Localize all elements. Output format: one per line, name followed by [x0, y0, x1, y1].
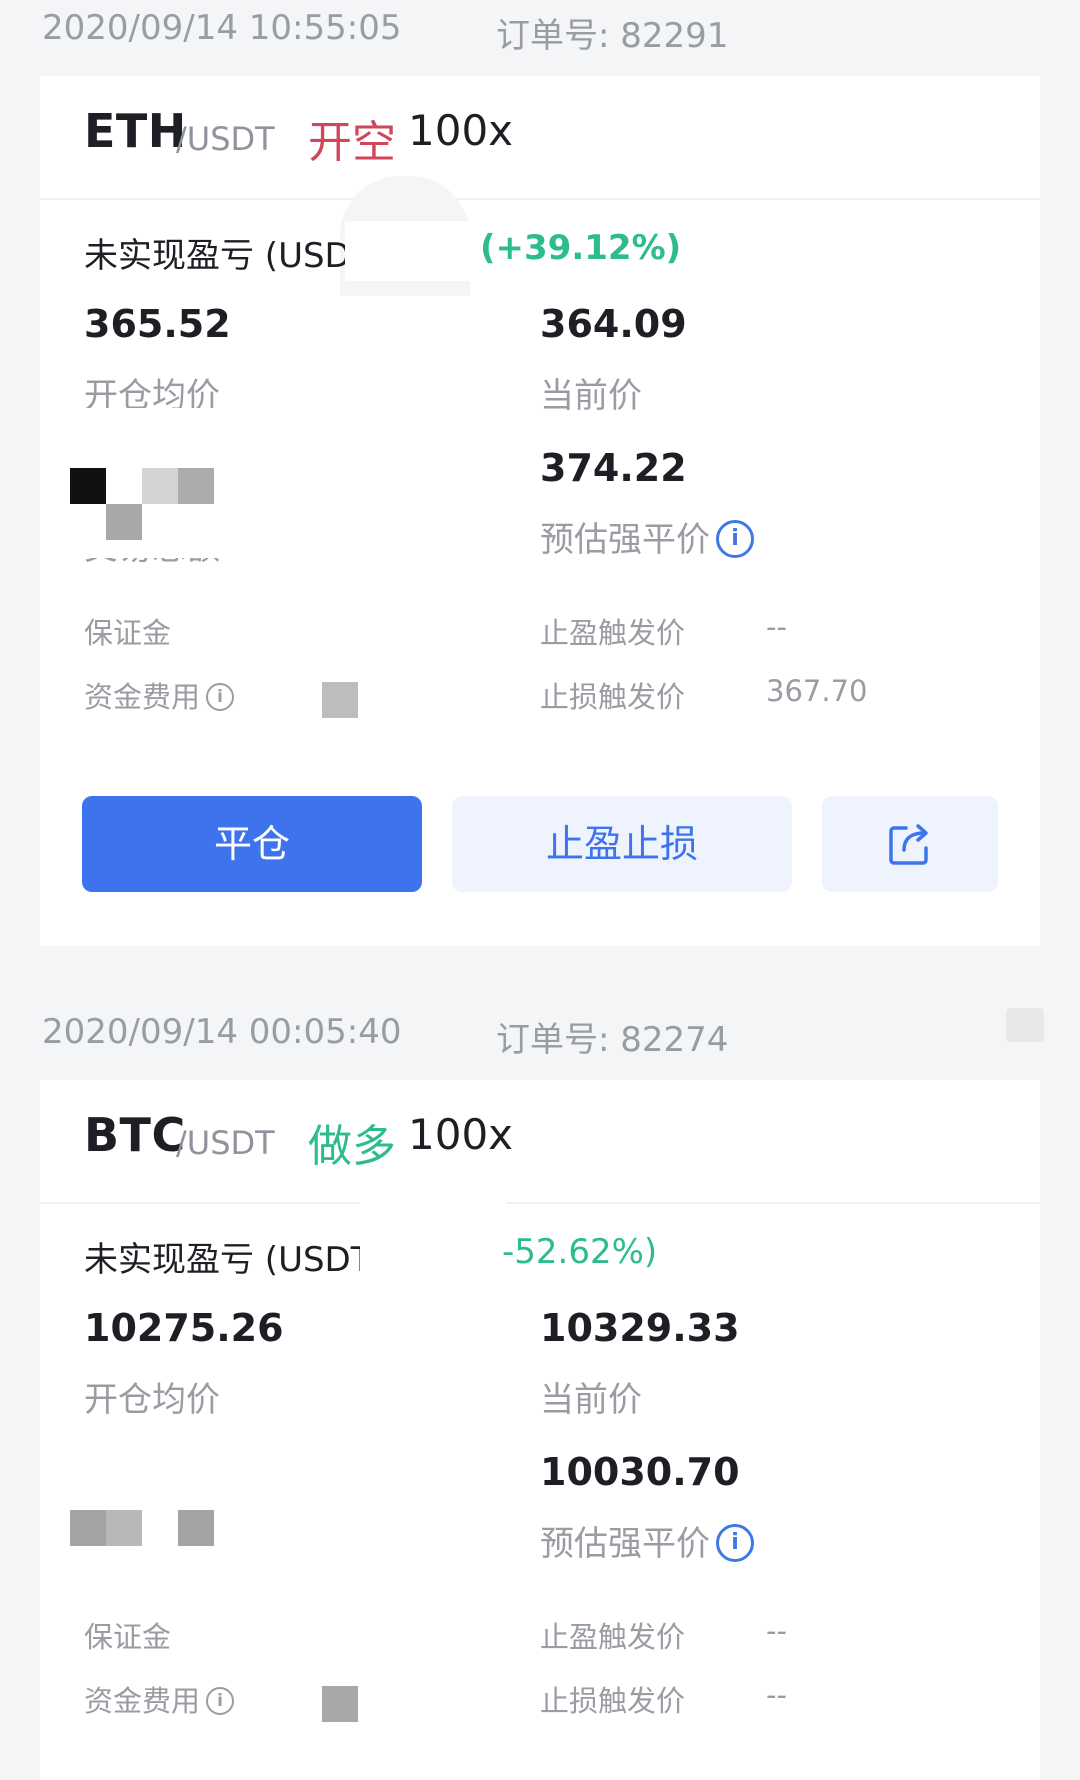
share-button[interactable]	[822, 796, 998, 892]
take-profit-value: --	[766, 1614, 787, 1648]
position-direction: 开空	[308, 117, 396, 168]
pixelated-value	[70, 1510, 106, 1546]
share-icon	[889, 824, 928, 865]
position-leverage: 100x	[408, 1110, 514, 1159]
liquidation-price-label-wrap: 预估强平价 i	[540, 512, 754, 561]
position-card: ETH /USDT 开空 100x 未实现盈亏 (USD (+39.12%) 3…	[40, 76, 1040, 946]
take-profit-label: 止盈触发价	[540, 616, 686, 650]
pixelated-value	[70, 468, 106, 504]
entry-price-value: 365.52	[84, 302, 231, 346]
order-time: 2020/09/14 00:05:40	[42, 1012, 402, 1052]
order-number: 订单号: 822912	[496, 16, 751, 56]
pixelated-value	[106, 1510, 142, 1546]
position-header: BTC /USDT 做多 100x	[40, 1080, 1040, 1204]
funding-fee-label: 资金费用	[84, 1684, 201, 1718]
pixelated-value	[106, 504, 142, 540]
position-direction: 做多	[308, 1121, 396, 1172]
redaction-mask	[360, 1200, 506, 1290]
order-number: 订单号: 822741	[496, 1020, 751, 1060]
unrealized-pnl-label: 未实现盈亏 (USD	[84, 236, 351, 276]
info-icon[interactable]: i	[716, 519, 754, 558]
order-time: 2020/09/14 10:55:05	[42, 8, 402, 48]
take-profit-label: 止盈触发价	[540, 1620, 686, 1654]
pixelated-value	[142, 468, 178, 504]
redaction-mask	[345, 221, 485, 281]
info-icon[interactable]: i	[716, 1523, 754, 1562]
current-price-value: 364.09	[540, 302, 687, 346]
redaction-chip	[1006, 1008, 1044, 1042]
pixelated-value	[322, 682, 358, 718]
entry-price-label: 开仓均价	[84, 1380, 220, 1420]
unrealized-pnl-percent: -52.62%)	[502, 1232, 658, 1272]
funding-fee-label-wrap: 资金费用 i	[84, 674, 235, 716]
redaction-mask	[728, 0, 1028, 70]
liquidation-price-label: 预估强平价	[540, 520, 710, 560]
pixelated-value	[322, 1686, 358, 1722]
position-symbol: BTC	[84, 1108, 186, 1162]
position-header: ETH /USDT 开空 100x	[40, 76, 1040, 200]
margin-label: 保证金	[84, 1620, 172, 1654]
liquidation-price-value: 374.22	[540, 446, 687, 490]
liquidation-price-label-wrap: 预估强平价 i	[540, 1516, 754, 1565]
position-quote: /USDT	[176, 120, 275, 158]
position-card: BTC /USDT 做多 100x 未实现盈亏 (USDT -52.62%) 1…	[40, 1080, 1040, 1780]
info-icon[interactable]: i	[206, 683, 235, 711]
order-meta-row: 2020/09/14 00:05:40 订单号: 822741	[0, 1004, 1080, 1076]
action-buttons: 平仓 止盈止损	[40, 796, 1040, 892]
take-profit-value: --	[766, 610, 787, 644]
pixelated-value	[178, 1510, 214, 1546]
liquidation-price-value: 10030.70	[540, 1450, 740, 1494]
stop-loss-label: 止损触发价	[540, 1684, 686, 1718]
redaction-mask	[728, 1004, 988, 1074]
tpsl-button[interactable]: 止盈止损	[452, 796, 792, 892]
position-symbol: ETH	[84, 104, 187, 158]
position-quote: /USDT	[176, 1124, 275, 1162]
funding-fee-label-wrap: 资金费用 i	[84, 1678, 235, 1720]
funding-fee-label: 资金费用	[84, 680, 201, 714]
liquidation-price-label: 预估强平价	[540, 1524, 710, 1564]
current-price-value: 10329.33	[540, 1306, 740, 1350]
current-price-label: 当前价	[540, 376, 642, 416]
close-position-button[interactable]: 平仓	[82, 796, 422, 892]
stop-loss-value: 367.70	[766, 674, 868, 708]
unrealized-pnl-label: 未实现盈亏 (USDT	[84, 1240, 372, 1280]
info-icon[interactable]: i	[206, 1687, 235, 1715]
order-meta-row: 2020/09/14 10:55:05 订单号: 822912	[0, 0, 1080, 72]
entry-price-value: 10275.26	[84, 1306, 284, 1350]
stop-loss-value: --	[766, 1678, 787, 1712]
current-price-label: 当前价	[540, 1380, 642, 1420]
position-leverage: 100x	[408, 106, 514, 155]
stop-loss-label: 止损触发价	[540, 680, 686, 714]
unrealized-pnl-percent: (+39.12%)	[480, 228, 682, 268]
pixelated-value	[178, 468, 214, 504]
margin-label: 保证金	[84, 616, 172, 650]
